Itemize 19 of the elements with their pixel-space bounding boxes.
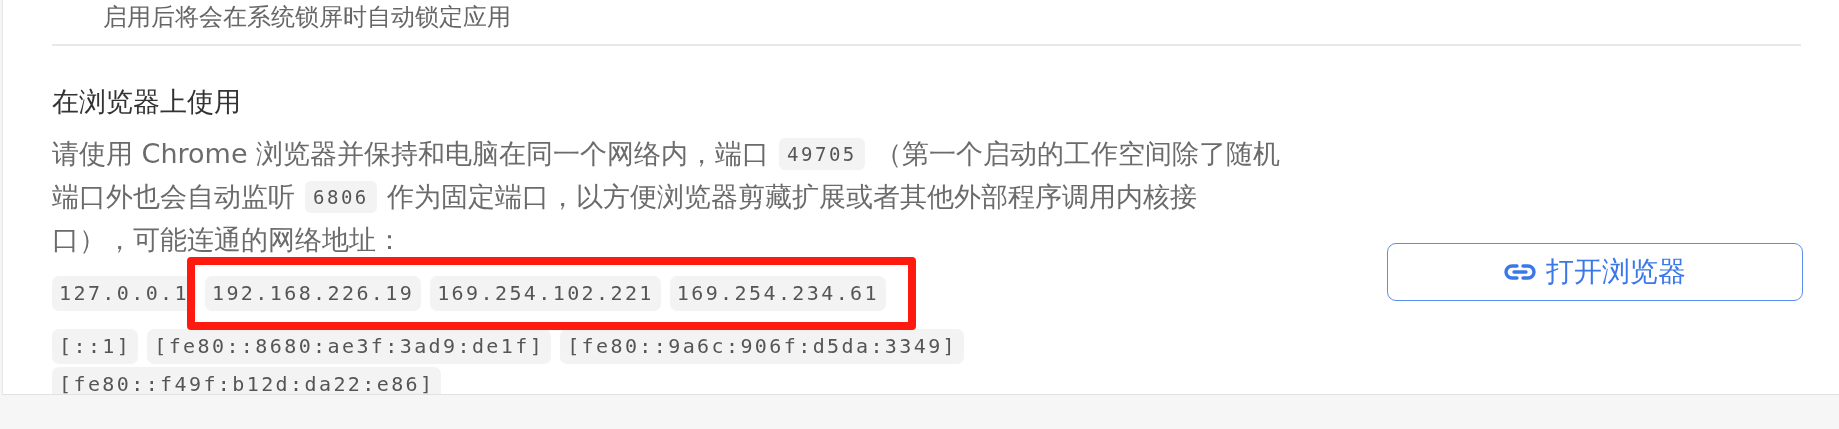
address-chip: [fe80::9a6c:906f:d5da:3349] [560, 329, 965, 364]
open-browser-button[interactable]: 打开浏览器 [1387, 243, 1803, 301]
address-chip: [::1] [52, 329, 139, 364]
address-chip: 192.168.226.19 [205, 276, 422, 311]
address-chip: 169.254.234.61 [669, 276, 886, 311]
description-text: 口），可能连通的网络地址： [52, 222, 403, 257]
description-text: 作为固定端口，以方便浏览器剪藏扩展或者其他外部程序调用内核接 [386, 179, 1197, 214]
address-chip: 169.254.102.221 [430, 276, 661, 311]
address-chip: [fe80::8680:ae3f:3ad9:de1f] [147, 329, 552, 364]
description-text: （第一个启动的工作空间除了随机 [874, 136, 1280, 171]
address-chip: [fe80::f49f:b12d:da22:e86] [52, 367, 442, 394]
link-icon [1504, 263, 1536, 281]
description-text: 请使用 Chrome 浏览器并保持和电脑在同一个网络内，端口 [52, 136, 770, 171]
description-text: 端口外也会自动监听 [52, 179, 295, 214]
port-code: 49705 [779, 137, 865, 170]
port-code: 6806 [305, 180, 377, 213]
setting-description: 启用后将会在系统锁屏时自动锁定应用 [103, 2, 511, 32]
section-title: 在浏览器上使用 [52, 85, 241, 119]
address-chip: 127.0.0.1 [52, 276, 196, 311]
